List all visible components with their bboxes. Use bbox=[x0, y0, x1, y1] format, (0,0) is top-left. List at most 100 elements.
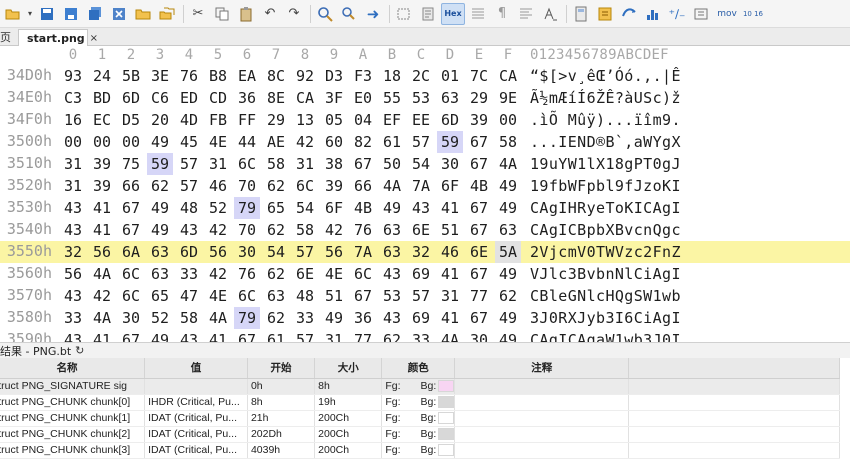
table-row[interactable]: struct PNG_CHUNK chunk[2] IDAT (Critical,… bbox=[0, 426, 840, 443]
hex-byte[interactable]: 63 bbox=[147, 263, 173, 285]
hex-byte[interactable]: 42 bbox=[89, 285, 115, 307]
hex-byte[interactable]: EF bbox=[379, 109, 405, 131]
ascii-text[interactable]: CAgICBpbXBvcnQgc bbox=[530, 219, 681, 241]
hex-byte[interactable]: 38 bbox=[321, 153, 347, 175]
paste-icon[interactable] bbox=[235, 3, 257, 25]
hex-byte[interactable]: 75 bbox=[118, 153, 144, 175]
hex-byte[interactable]: 41 bbox=[205, 329, 231, 342]
hex-byte[interactable]: 49 bbox=[147, 329, 173, 342]
hex-byte[interactable]: D5 bbox=[118, 109, 144, 131]
hex-row[interactable]: 3580h 33 4A 30 52 58 4A 79 62 33 49 36 43 69 41 67 49 3J0… bbox=[0, 307, 850, 329]
hex-byte[interactable]: 43 bbox=[408, 197, 434, 219]
hex-byte[interactable]: 57 bbox=[176, 153, 202, 175]
ascii-text[interactable]: VJlc3BvbnNlCiAgI bbox=[530, 263, 681, 285]
hex-byte[interactable]: 29 bbox=[263, 109, 289, 131]
hex-byte[interactable]: ED bbox=[176, 87, 202, 109]
hex-byte[interactable]: 41 bbox=[89, 197, 115, 219]
hex-byte[interactable]: 3F bbox=[321, 87, 347, 109]
hex-byte[interactable]: 69 bbox=[408, 307, 434, 329]
hex-byte[interactable]: 48 bbox=[176, 197, 202, 219]
hex-byte[interactable]: 6C bbox=[234, 285, 260, 307]
hex-byte[interactable]: 59 bbox=[437, 131, 463, 153]
cell-color[interactable]: Fg: Bg: bbox=[381, 426, 456, 443]
hex-byte[interactable]: 67 bbox=[350, 285, 376, 307]
save-as-icon[interactable] bbox=[60, 3, 82, 25]
hex-byte[interactable]: 56 bbox=[321, 241, 347, 263]
hex-byte[interactable]: 7A bbox=[350, 241, 376, 263]
hex-byte[interactable]: 46 bbox=[437, 241, 463, 263]
hex-byte[interactable]: 63 bbox=[263, 285, 289, 307]
hex-byte[interactable]: 4D bbox=[176, 109, 202, 131]
hex-byte[interactable]: 41 bbox=[437, 307, 463, 329]
ascii-text[interactable]: 19uYW1lX18gPT0gJ bbox=[530, 153, 681, 175]
hex-editor-view[interactable]: 0 1 2 3 4 5 6 7 8 9 A B C D E F 0123456789ABCDEF 34D0h 93… bbox=[0, 46, 850, 342]
folder-icon[interactable] bbox=[132, 3, 154, 25]
hex-byte[interactable]: 61 bbox=[263, 329, 289, 342]
hex-byte[interactable]: 53 bbox=[379, 285, 405, 307]
hex-byte[interactable]: 43 bbox=[60, 219, 86, 241]
hex-row[interactable]: 3560h 56 4A 6C 63 33 42 76 62 6E 4E 6C 43 69 41 67 49 VJl… bbox=[0, 263, 850, 285]
hex-byte[interactable]: 4A bbox=[437, 329, 463, 342]
hex-byte[interactable]: 4B bbox=[466, 175, 492, 197]
folders-icon[interactable] bbox=[156, 3, 178, 25]
hex-byte[interactable]: 52 bbox=[147, 307, 173, 329]
hex-byte[interactable]: 6D bbox=[437, 109, 463, 131]
hex-byte[interactable]: 33 bbox=[60, 307, 86, 329]
hex-byte[interactable]: 30 bbox=[234, 241, 260, 263]
hex-byte[interactable]: 92 bbox=[292, 65, 318, 87]
bookmark-icon[interactable] bbox=[417, 3, 439, 25]
hex-byte[interactable]: 41 bbox=[437, 197, 463, 219]
hex-byte[interactable]: 6D bbox=[118, 87, 144, 109]
hex-byte[interactable]: 70 bbox=[234, 219, 260, 241]
ascii-text[interactable]: 2VjcmV0TWVzc2FnZ bbox=[530, 241, 681, 263]
hex-byte[interactable]: 41 bbox=[89, 329, 115, 342]
hex-byte[interactable]: 43 bbox=[379, 263, 405, 285]
hex-byte[interactable]: 57 bbox=[176, 175, 202, 197]
hex-byte[interactable]: 46 bbox=[205, 175, 231, 197]
hex-byte[interactable]: 31 bbox=[60, 175, 86, 197]
hex-byte[interactable]: 4E bbox=[205, 131, 231, 153]
hex-byte[interactable]: BD bbox=[89, 87, 115, 109]
bg-color-swatch[interactable] bbox=[438, 396, 454, 409]
hex-row[interactable]: 3530h 43 41 67 49 48 52 79 65 54 6F 4B 49 43 41 67 49 CAg… bbox=[0, 197, 850, 219]
hex-byte[interactable]: 58 bbox=[263, 153, 289, 175]
hex-byte[interactable]: 24 bbox=[89, 65, 115, 87]
hex-row[interactable]: 34D0h 93 24 5B 3E 76 B8 EA 8C 92 D3 F3 18 2C 01 7C CA “$[… bbox=[0, 65, 850, 87]
close-file-icon[interactable] bbox=[108, 3, 130, 25]
hex-byte[interactable]: 49 bbox=[495, 263, 521, 285]
hex-byte[interactable]: 32 bbox=[408, 241, 434, 263]
hex-byte[interactable]: 4A bbox=[495, 153, 521, 175]
mov-icon[interactable]: mov bbox=[714, 3, 740, 25]
hex-byte[interactable]: 56 bbox=[89, 241, 115, 263]
hex-byte[interactable]: 62 bbox=[147, 175, 173, 197]
hex-byte[interactable]: 61 bbox=[379, 131, 405, 153]
hex-byte[interactable]: 93 bbox=[60, 65, 86, 87]
chevron-down-icon[interactable]: ▾ bbox=[26, 3, 34, 25]
hex-byte[interactable]: 4E bbox=[205, 285, 231, 307]
hex-byte[interactable]: 63 bbox=[437, 87, 463, 109]
hex-byte[interactable]: 67 bbox=[350, 153, 376, 175]
hex-byte[interactable]: AE bbox=[263, 131, 289, 153]
hex-byte[interactable]: 42 bbox=[205, 219, 231, 241]
hex-byte[interactable]: 5B bbox=[118, 65, 144, 87]
hex-byte[interactable]: 05 bbox=[321, 109, 347, 131]
hex-byte[interactable]: 62 bbox=[495, 285, 521, 307]
hex-byte[interactable]: 67 bbox=[466, 307, 492, 329]
hex-byte[interactable]: 43 bbox=[60, 197, 86, 219]
hex-byte[interactable]: 6C bbox=[234, 153, 260, 175]
hex-byte[interactable]: 63 bbox=[495, 219, 521, 241]
hex-byte[interactable]: 00 bbox=[495, 109, 521, 131]
ascii-text[interactable]: CAgIHRyeToKICAgI bbox=[530, 197, 681, 219]
hex-byte[interactable]: 62 bbox=[263, 263, 289, 285]
hex-byte[interactable]: 67 bbox=[118, 197, 144, 219]
hex-byte[interactable]: 6E bbox=[466, 241, 492, 263]
hex-row[interactable]: 3540h 43 41 67 49 43 42 70 62 58 42 76 63 6E 51 67 63 CAg… bbox=[0, 219, 850, 241]
hex-byte[interactable]: 6E bbox=[292, 263, 318, 285]
hex-byte[interactable]: 57 bbox=[292, 329, 318, 342]
hex-byte[interactable]: 65 bbox=[147, 285, 173, 307]
hex-byte[interactable]: 49 bbox=[495, 197, 521, 219]
hex-byte[interactable]: 63 bbox=[379, 241, 405, 263]
hex-row[interactable]: 3570h 43 42 6C 65 47 4E 6C 63 48 51 67 53 57 31 77 62 CBl… bbox=[0, 285, 850, 307]
hex-byte[interactable]: 20 bbox=[147, 109, 173, 131]
hex-byte[interactable]: 4A bbox=[205, 307, 231, 329]
